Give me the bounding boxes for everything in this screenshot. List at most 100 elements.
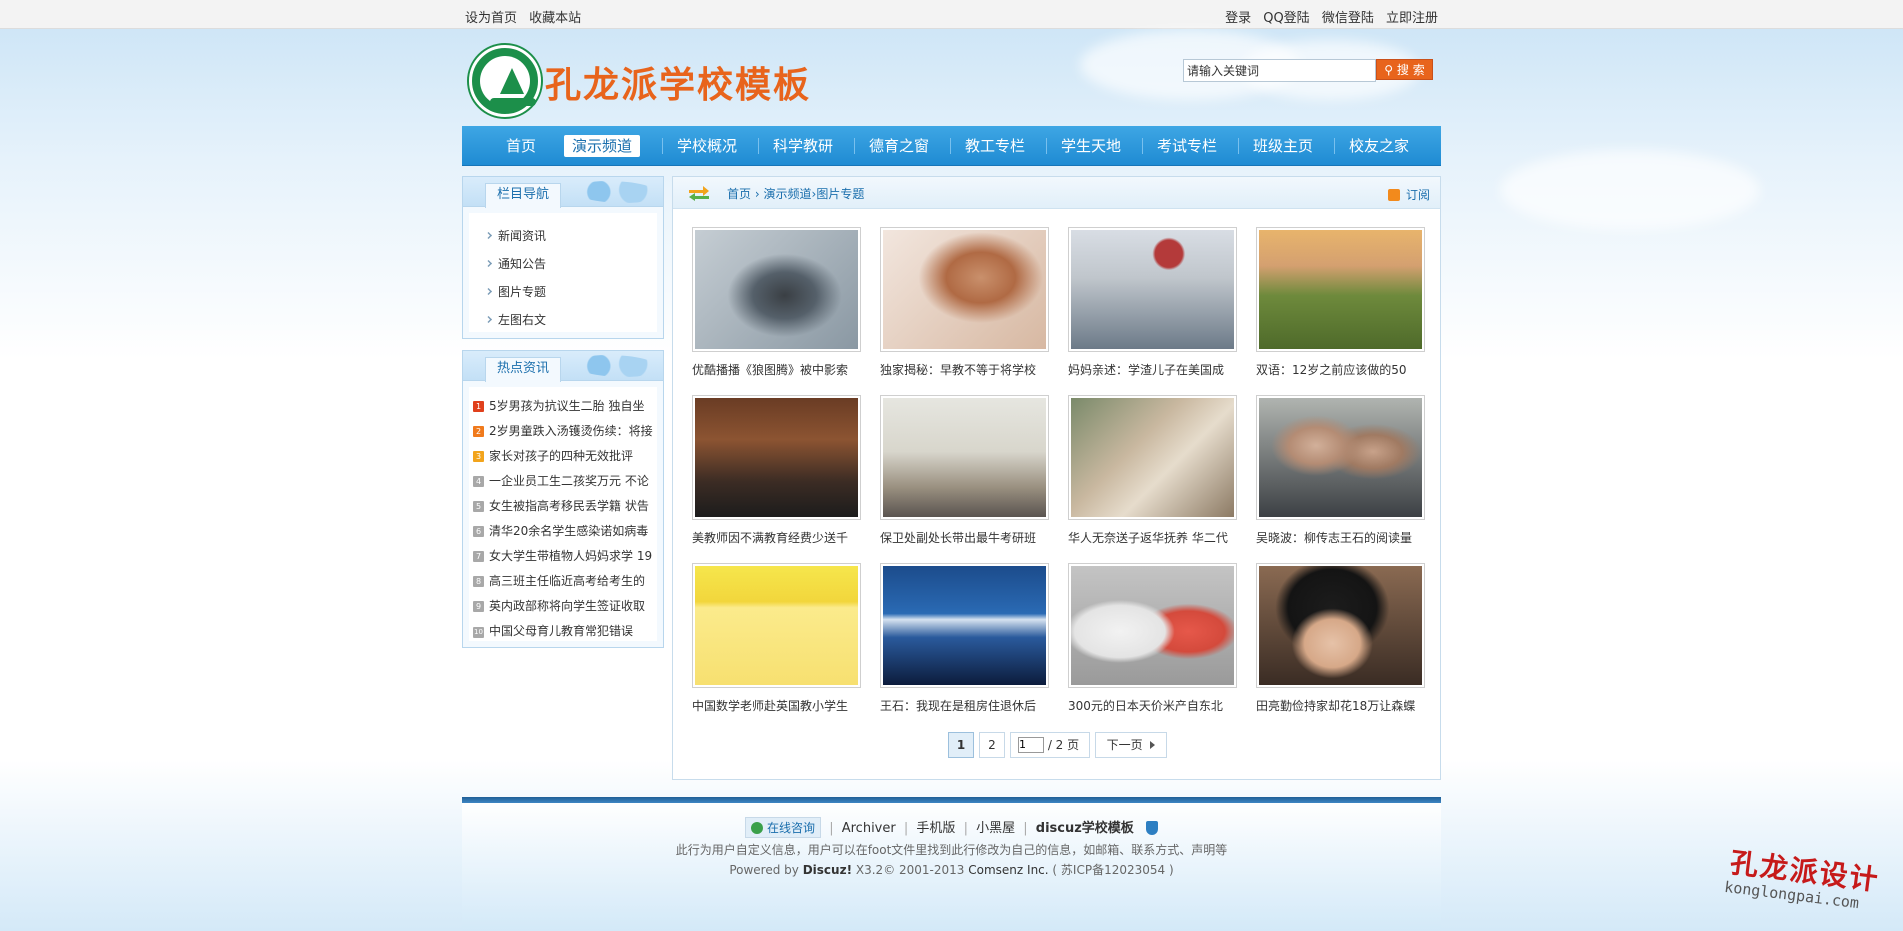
search-button-label: 搜 索 [1396, 63, 1425, 77]
footer-powered: Powered by Discuz! X3.2© 2001-2013 Comse… [462, 861, 1441, 878]
login-link[interactable]: 登录 [1225, 11, 1251, 26]
nav-staff-column[interactable]: 教工专栏 [950, 135, 1040, 157]
photo-thumbnail[interactable] [883, 230, 1046, 349]
category-label: 新闻资讯 [498, 229, 547, 243]
photo-caption[interactable]: 300元的日本天价米产自东北 [1068, 697, 1244, 714]
photo-thumbnail[interactable] [1259, 398, 1422, 517]
page-jump-input[interactable] [1018, 736, 1044, 753]
hot-news-text: 高三班主任临近高考给考生的 [489, 574, 646, 588]
box-header: 热点资讯 [463, 351, 663, 382]
copyright-label: © 2001-2013 [883, 863, 965, 877]
photo-frame [880, 563, 1049, 688]
nav-home[interactable]: 首页 [491, 135, 551, 157]
photo-thumbnail[interactable] [1259, 566, 1422, 685]
swirl-decoration [573, 181, 659, 203]
online-consult-button[interactable]: 在线咨询 [745, 817, 822, 838]
bookmark-link[interactable]: 收藏本站 [529, 11, 581, 26]
hot-news-item[interactable]: 4 一企业员工生二孩奖万元 不论 [473, 472, 653, 489]
photo-caption[interactable]: 华人无奈送子返华抚养 华二代 [1068, 529, 1244, 546]
hot-news-item[interactable]: 5 女生被指高考移民丢学籍 状告 [473, 497, 653, 514]
photo-thumbnail[interactable] [1071, 566, 1234, 685]
rank-badge: 10 [473, 627, 484, 638]
photo-frame [1068, 563, 1237, 688]
school-logo[interactable] [469, 45, 541, 117]
search-icon: ⚲ [1384, 63, 1394, 77]
photo-caption[interactable]: 优酷播播《狼图腾》被中影索 [692, 361, 868, 378]
nav-demo[interactable]: 演示频道 [564, 135, 641, 157]
breadcrumb-separator: › [754, 187, 760, 201]
hot-news-item[interactable]: 9 英内政部称将向学生签证收取 [473, 597, 653, 614]
nav-school-overview[interactable]: 学校概况 [662, 135, 752, 157]
photo-thumbnail[interactable] [1071, 398, 1234, 517]
photo-thumbnail[interactable] [883, 398, 1046, 517]
hot-news-text: 女生被指高考移民丢学籍 状告 [489, 499, 649, 513]
footer-links: 在线咨询 | Archiver | 手机版 | 小黑屋 | discuz学校模板 [462, 817, 1441, 838]
category-item[interactable]: 新闻资讯 [485, 227, 546, 244]
site-title[interactable]: 孔龙派学校模板 [545, 56, 811, 108]
category-item[interactable]: 左图右文 [485, 311, 546, 328]
photo-thumbnail[interactable] [1071, 230, 1234, 349]
photo-frame [880, 227, 1049, 352]
photo-caption[interactable]: 王石：我现在是租房住退休后 [880, 697, 1056, 714]
hot-news-item[interactable]: 1 5岁男孩为抗议生二胎 独自坐 [473, 397, 653, 414]
photo-frame [692, 563, 861, 688]
page-button-2[interactable]: 2 [979, 732, 1005, 758]
consult-icon [751, 822, 764, 834]
set-home-link[interactable]: 设为首页 [465, 11, 517, 26]
nav-alumni[interactable]: 校友之家 [1334, 135, 1424, 157]
page-button-1[interactable]: 1 [948, 732, 974, 758]
photo-thumbnail[interactable] [695, 566, 858, 685]
search-button[interactable]: ⚲ 搜 索 [1376, 59, 1433, 80]
photo-frame [1068, 395, 1237, 520]
mobile-link[interactable]: 手机版 [916, 821, 955, 836]
blackroom-link[interactable]: 小黑屋 [976, 821, 1015, 836]
nav-moral-window[interactable]: 德育之窗 [854, 135, 944, 157]
wechat-login-link[interactable]: 微信登陆 [1322, 11, 1374, 26]
photo-thumbnail[interactable] [695, 230, 858, 349]
photo-caption[interactable]: 双语：12岁之前应该做的50 [1256, 361, 1432, 378]
photo-caption[interactable]: 妈妈亲述：学渣儿子在美国成 [1068, 361, 1244, 378]
next-page-button[interactable]: 下一页 [1095, 732, 1167, 758]
category-item[interactable]: 通知公告 [485, 255, 546, 272]
main-content: 首页 › 演示频道›图片专题 订阅 优酷播播《狼图腾》被中影索 独家揭秘：早教不… [672, 176, 1441, 780]
discuz-link[interactable]: Discuz! [803, 863, 852, 877]
bullet-icon [485, 316, 492, 323]
template-link[interactable]: discuz学校模板 [1036, 821, 1134, 836]
photo-caption[interactable]: 中国数学老师赴英国教小学生 [692, 697, 868, 714]
hot-news-text: 一企业员工生二孩奖万元 不论 [489, 474, 649, 488]
nav-class-home[interactable]: 班级主页 [1238, 135, 1328, 157]
photo-thumbnail[interactable] [695, 398, 858, 517]
breadcrumb-home[interactable]: 首页 [727, 187, 751, 201]
top-bar: 设为首页 收藏本站 登录 QQ登陆 微信登陆 立即注册 [0, 0, 1903, 29]
search-input[interactable] [1183, 59, 1376, 82]
photo-thumbnail[interactable] [883, 566, 1046, 685]
caret-right-icon [1150, 741, 1156, 749]
hot-news-item[interactable]: 8 高三班主任临近高考给考生的 [473, 572, 653, 589]
rank-badge: 1 [473, 401, 484, 412]
photo-caption[interactable]: 田亮勤俭持家却花18万让森蝶 [1256, 697, 1432, 714]
hot-news-item[interactable]: 2 2岁男童跌入汤镬烫伤续：将接 [473, 422, 653, 439]
photo-caption[interactable]: 保卫处副处长带出最牛考研班 [880, 529, 1056, 546]
hot-news-item[interactable]: 10 中国父母育儿教育常犯错误 [473, 622, 653, 639]
comsenz-link[interactable]: Comsenz Inc. [968, 863, 1048, 877]
photo-caption[interactable]: 美教师因不满教育经费少送千 [692, 529, 868, 546]
hot-news-item[interactable]: 7 女大学生带植物人妈妈求学 19 [473, 547, 653, 564]
archiver-link[interactable]: Archiver [842, 821, 896, 836]
photo-thumbnail[interactable] [1259, 230, 1422, 349]
qq-login-link[interactable]: QQ登陆 [1263, 11, 1309, 26]
photo-caption[interactable]: 吴晓波：柳传志王石的阅读量 [1256, 529, 1432, 546]
breadcrumb-channel[interactable]: 演示频道 [763, 187, 811, 201]
hot-news-item[interactable]: 3 家长对孩子的四种无效批评 [473, 447, 653, 464]
icp-link[interactable]: ( 苏ICP备12023054 ) [1052, 863, 1173, 877]
register-link[interactable]: 立即注册 [1386, 11, 1438, 26]
bullet-icon [485, 260, 492, 267]
photo-caption[interactable]: 独家揭秘：早教不等于将学校 [880, 361, 1056, 378]
hot-news-item[interactable]: 6 清华20余名学生感染诺如病毒 [473, 522, 653, 539]
hot-news-text: 2岁男童跌入汤镬烫伤续：将接 [489, 424, 653, 438]
category-item[interactable]: 图片专题 [485, 283, 546, 300]
nav-exams[interactable]: 考试专栏 [1142, 135, 1232, 157]
nav-students[interactable]: 学生天地 [1046, 135, 1136, 157]
nav-science-research[interactable]: 科学教研 [758, 135, 848, 157]
breadcrumb-current[interactable]: 图片专题 [816, 187, 864, 201]
subscribe-link[interactable]: 订阅 [1387, 186, 1430, 203]
